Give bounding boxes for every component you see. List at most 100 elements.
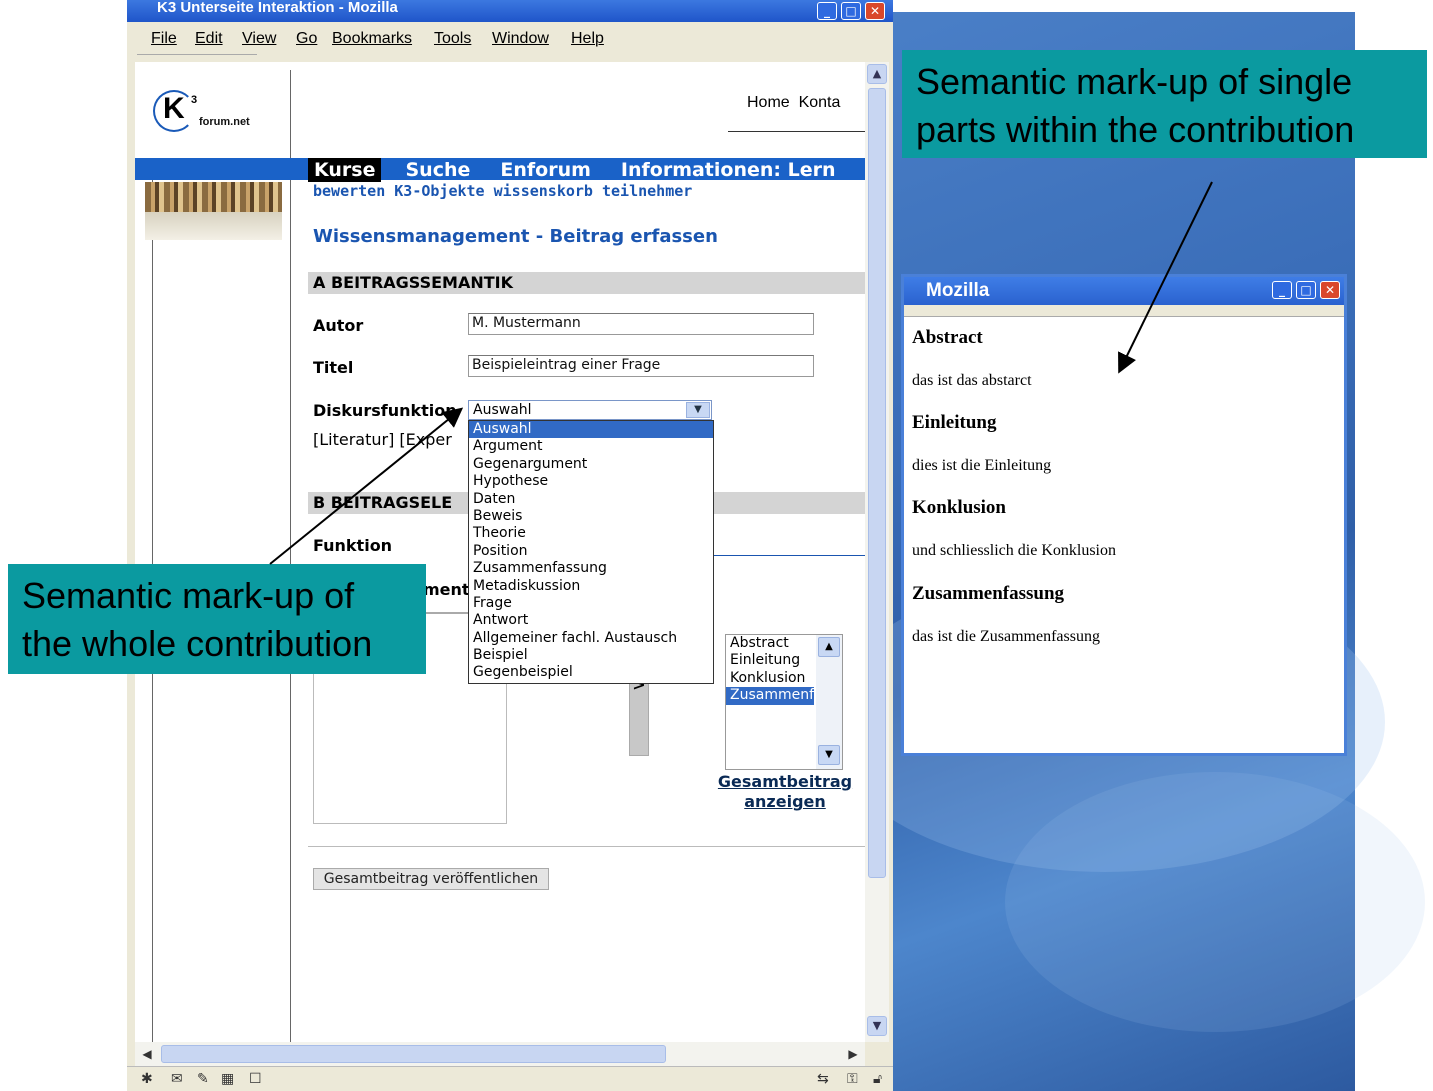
logo-domain: forum.net — [199, 116, 250, 128]
mail-icon[interactable]: ✉ — [171, 1071, 183, 1087]
menu-view[interactable]: View — [242, 30, 276, 48]
divider — [308, 846, 865, 847]
security-icon[interactable]: ⚿ — [847, 1071, 858, 1087]
dropdown-option[interactable]: Antwort — [469, 612, 713, 629]
browser-window: K3 Unterseite Interaktion - Mozilla _ □ … — [127, 0, 893, 1091]
close-icon[interactable]: ✕ — [1320, 281, 1340, 299]
popup-content: Abstract das ist das abstarct Einleitung… — [912, 317, 1342, 747]
autor-input[interactable]: M. Mustermann — [468, 313, 814, 335]
minimize-icon[interactable]: _ — [1272, 281, 1292, 299]
callout-whole-contribution: Semantic mark-up of the whole contributi… — [8, 564, 426, 674]
chevron-up-icon[interactable]: ▲ — [867, 64, 887, 84]
part-item[interactable]: Konklusion — [726, 670, 814, 687]
maximize-icon[interactable]: □ — [1296, 281, 1316, 299]
diskursfunktion-select[interactable]: Auswahl ▼ — [468, 400, 712, 420]
dropdown-option[interactable]: Gegenbeispiel — [469, 664, 713, 681]
popup-window: Mozilla _ □ ✕ Abstract das ist das absta… — [901, 274, 1347, 756]
reference-links[interactable]: [Literatur] [Exper — [313, 430, 452, 449]
dropdown-option[interactable]: Position — [469, 543, 713, 560]
page-viewport: K 3 forum.net Home Konta Kurse Suche Enfor… — [135, 62, 865, 1042]
autor-label: Autor — [313, 316, 364, 335]
menu-file[interactable]: File — [151, 30, 177, 48]
add-part-button[interactable]: > — [629, 674, 649, 756]
dropdown-option[interactable]: Frage — [469, 595, 713, 612]
dropdown-option[interactable]: Hypothese — [469, 473, 713, 490]
section-text: das ist das abstarct — [912, 372, 1032, 389]
layout-divider — [290, 70, 291, 1042]
chat-icon[interactable]: ☐ — [249, 1071, 262, 1087]
select-value: Auswahl — [473, 402, 532, 418]
menu-edit[interactable]: Edit — [195, 30, 223, 48]
sub-navigation[interactable]: bewerten K3-Objekte wissenskorb teilnehm… — [313, 182, 692, 200]
window-titlebar[interactable]: K3 Unterseite Interaktion - Mozilla _ □ … — [127, 0, 893, 22]
popup-title: Mozilla — [926, 280, 990, 301]
logo-superscript: 3 — [191, 94, 198, 106]
dropdown-option[interactable]: Daten — [469, 491, 713, 508]
parts-listbox[interactable]: Abstract Einleitung Konklusion Zusammenf… — [725, 634, 843, 770]
menu-window[interactable]: Window — [492, 30, 549, 48]
addressbook-icon[interactable]: ▦ — [221, 1071, 234, 1087]
menu-bookmarks[interactable]: Bookmarks — [332, 30, 412, 48]
publish-button[interactable]: Gesamtbeitrag veröffentlichen — [313, 868, 549, 890]
dropdown-option[interactable]: Gegenargument — [469, 456, 713, 473]
minimize-icon[interactable]: _ — [817, 2, 837, 20]
chevron-down-icon[interactable]: ▼ — [818, 745, 840, 765]
lock-icon[interactable]: 🔓︎ — [873, 1071, 882, 1087]
nav-kurse[interactable]: Kurse — [308, 158, 382, 182]
k3-logo[interactable]: K 3 forum.net — [153, 90, 263, 146]
dropdown-option[interactable]: Metadiskussion — [469, 578, 713, 595]
section-heading: Abstract — [912, 327, 983, 348]
menu-tools[interactable]: Tools — [434, 30, 471, 48]
scroll-thumb[interactable] — [161, 1045, 666, 1063]
navigator-icon[interactable]: ✱ — [141, 1071, 153, 1087]
nav-enforum[interactable]: Enforum — [494, 158, 597, 182]
nav-suche[interactable]: Suche — [399, 158, 476, 182]
element-label-fragment: ment — [423, 580, 470, 599]
toolbar-grip[interactable] — [137, 54, 257, 62]
chevron-down-icon[interactable]: ▼ — [686, 402, 710, 418]
popup-titlebar[interactable]: Mozilla _ □ ✕ — [904, 277, 1344, 305]
dropdown-option[interactable]: Beispiel — [469, 647, 713, 664]
section-heading: Einleitung — [912, 412, 997, 433]
dropdown-option[interactable]: Auswahl — [469, 421, 713, 439]
titel-label: Titel — [313, 358, 354, 377]
dropdown-option[interactable]: Allgemeiner fachl. Austausch — [469, 630, 713, 647]
dropdown-option[interactable]: Argument — [469, 438, 713, 455]
diskursfunktion-dropdown[interactable]: Auswahl Argument Gegenargument Hypothese… — [468, 420, 714, 684]
popup-toolbar-grip[interactable] — [904, 305, 1344, 317]
section-heading: Zusammenfassung — [912, 583, 1065, 604]
listbox-scrollbar[interactable]: ▲ ▼ — [816, 635, 842, 769]
section-a-header: A BEITRAGSSEMANTIK — [308, 272, 865, 294]
dropdown-option[interactable]: Zusammenfassung — [469, 560, 713, 577]
section-text: dies ist die Einleitung — [912, 457, 1052, 474]
maximize-icon[interactable]: □ — [841, 2, 861, 20]
funktion-label: Funktion — [313, 536, 393, 555]
part-item[interactable]: Zusammenf — [726, 687, 814, 705]
menu-help[interactable]: Help — [571, 30, 604, 48]
titel-input[interactable]: Beispieleintrag einer Frage — [468, 355, 814, 377]
main-navigation: Kurse Suche Enforum Informationen: Lern — [308, 158, 860, 182]
horizontal-scrollbar[interactable]: ◀ ▶ — [135, 1042, 865, 1066]
part-item[interactable]: Einleitung — [726, 652, 814, 669]
dropdown-option[interactable]: Beweis — [469, 508, 713, 525]
show-full-contribution-link[interactable]: Gesamtbeitrag anzeigen — [715, 772, 855, 812]
chevron-right-icon[interactable]: ▶ — [843, 1044, 863, 1064]
nav-informationen[interactable]: Informationen: Lern — [615, 158, 842, 182]
part-item[interactable]: Abstract — [726, 635, 814, 652]
chevron-down-icon[interactable]: ▼ — [867, 1016, 887, 1036]
composer-icon[interactable]: ✎ — [197, 1071, 209, 1087]
window-title: K3 Unterseite Interaktion - Mozilla — [157, 0, 398, 16]
chevron-up-icon[interactable]: ▲ — [818, 637, 840, 657]
vertical-scrollbar[interactable]: ▲ ▼ — [865, 62, 889, 1042]
section-heading: Konklusion — [912, 497, 1006, 518]
library-banner-image — [145, 182, 282, 240]
online-status-icon[interactable]: ⇆ — [817, 1071, 829, 1087]
callout-single-parts: Semantic mark-up of single parts within … — [902, 50, 1427, 158]
close-icon[interactable]: ✕ — [865, 2, 885, 20]
top-links[interactable]: Home Konta — [747, 94, 840, 112]
menu-go[interactable]: Go — [296, 30, 317, 48]
chevron-left-icon[interactable]: ◀ — [137, 1044, 157, 1064]
menu-bar: File Edit View Go Bookmarks Tools Window… — [127, 22, 893, 54]
scroll-thumb[interactable] — [868, 88, 886, 878]
dropdown-option[interactable]: Theorie — [469, 525, 713, 542]
